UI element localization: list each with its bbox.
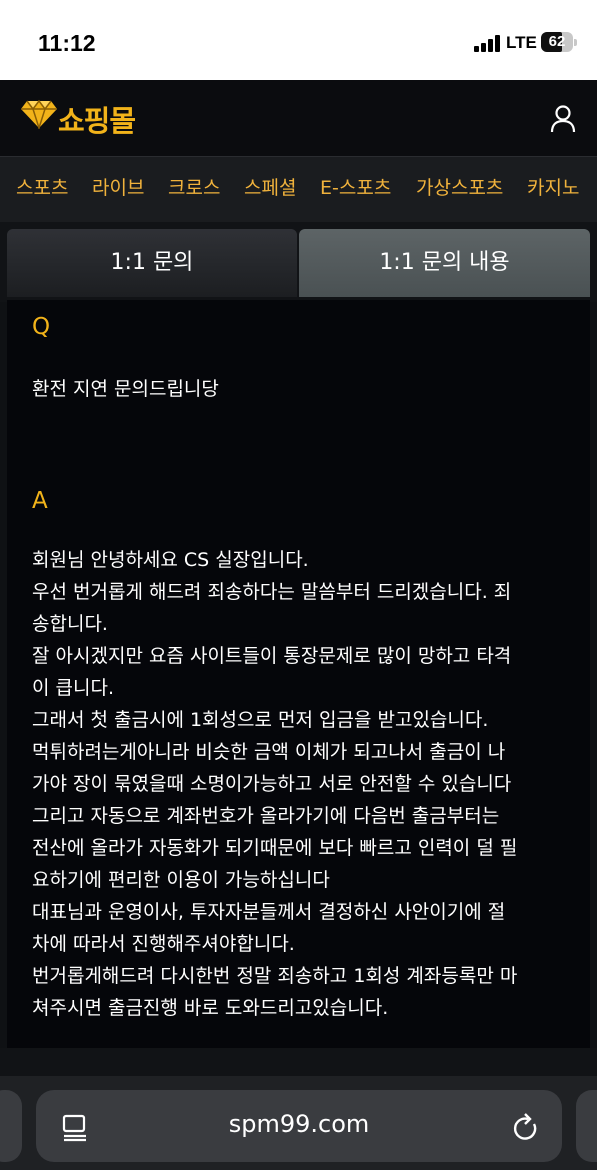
previous-tab-preview[interactable] (0, 1090, 22, 1162)
answer-line: 송합니다. (32, 613, 108, 635)
answer-line: 잘 아시겠지만 요즘 사이트들이 통장문제로 많이 망하고 타격 (32, 645, 512, 667)
answer-line: 그래서 첫 출금시에 1회성으로 먼저 입금을 받고있습니다. (32, 709, 489, 731)
answer-label: A (32, 488, 48, 514)
url-text[interactable]: spm99.com (36, 1110, 562, 1138)
nav-item-cross[interactable]: 크로스 (168, 173, 220, 200)
answer-line: 차에 따라서 진행해주셔야합니다. (32, 933, 295, 955)
site-header: 쇼핑몰 (0, 80, 597, 156)
nav-item-esports[interactable]: E-스포츠 (320, 173, 391, 200)
diamond-logo-icon[interactable] (20, 99, 58, 129)
answer-line: 요하기에 편리한 이용이 가능하십니다 (32, 869, 330, 891)
user-icon[interactable] (550, 105, 576, 133)
browser-toolbar: spm99.com (0, 1076, 597, 1170)
reload-icon[interactable] (512, 1112, 540, 1142)
answer-line: 그리고 자동으로 계좌번호가 올라가기에 다음번 출금부터는 (32, 805, 500, 827)
nav-item-special[interactable]: 스페셜 (244, 173, 296, 200)
status-bar: 11:12 LTE 62 (0, 0, 597, 80)
answer-line: 먹튀하려는게아니라 비슷한 금액 이체가 되고나서 출금이 나 (32, 741, 506, 763)
answer-line: 우선 번거롭게 해드려 죄송하다는 말씀부터 드리겠습니다. 죄 (32, 581, 512, 603)
answer-text: 회원님 안녕하세요 CS 실장입니다. 우선 번거롭게 해드려 죄송하다는 말씀… (32, 544, 570, 1024)
question-text: 환전 지연 문의드립니당 (32, 378, 219, 400)
battery-level: 62 (548, 33, 566, 50)
tab-inquiry[interactable]: 1:1 문의 (7, 229, 297, 297)
answer-line: 이 큽니다. (32, 677, 114, 699)
nav-item-casino[interactable]: 카지노 (527, 173, 579, 200)
signal-icon (474, 34, 502, 52)
inquiry-tabs: 1:1 문의 1:1 문의 내용 (0, 222, 597, 302)
answer-line: 회원님 안녕하세요 CS 실장입니다. (32, 549, 309, 571)
site-logo-text[interactable]: 쇼핑몰 (58, 98, 136, 140)
question-label: Q (32, 314, 51, 340)
category-nav: 스포츠 라이브 크로스 스페셜 E-스포츠 가상스포츠 카지노 (0, 156, 597, 223)
status-time: 11:12 (38, 30, 96, 56)
nav-item-sports[interactable]: 스포츠 (16, 173, 68, 200)
nav-item-live[interactable]: 라이브 (92, 173, 144, 200)
battery-icon: 62 (541, 32, 577, 52)
network-type: LTE (506, 33, 537, 52)
answer-line: 대표님과 운영이사, 투자자분들께서 결정하신 사안이기에 절 (32, 901, 506, 923)
tab-inquiry-detail[interactable]: 1:1 문의 내용 (299, 229, 590, 297)
answer-line: 쳐주시면 출금진행 바로 도와드리고있습니다. (32, 997, 389, 1019)
answer-line: 전산에 올라가 자동화가 되기때문에 보다 빠르고 인력이 덜 필 (32, 837, 518, 859)
inquiry-detail-panel: Q 환전 지연 문의드립니당 A 회원님 안녕하세요 CS 실장입니다. 우선 … (7, 300, 590, 1048)
answer-line: 가야 장이 묶였을때 소명이가능하고 서로 안전할 수 있습니다 (32, 773, 512, 795)
answer-line: 번거롭게해드려 다시한번 정말 죄송하고 1회성 계좌등록만 마 (32, 965, 518, 987)
next-tab-preview[interactable] (576, 1090, 597, 1162)
nav-item-virtual-sports[interactable]: 가상스포츠 (416, 173, 503, 200)
page-footer-strip (0, 1048, 597, 1076)
address-bar[interactable]: spm99.com (36, 1090, 562, 1162)
